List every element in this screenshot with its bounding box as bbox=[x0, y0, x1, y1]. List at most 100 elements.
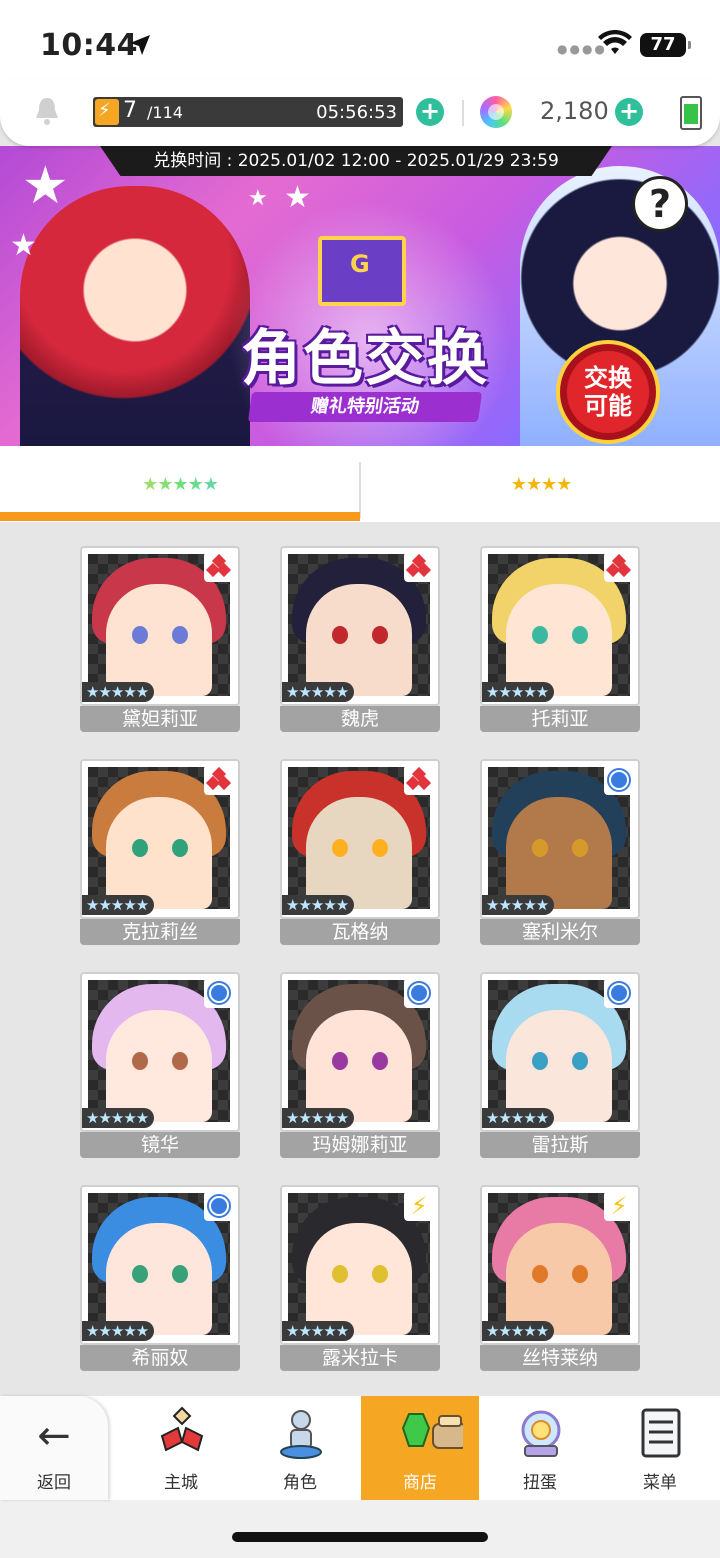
tab-5-star[interactable]: ★★★★★ bbox=[0, 446, 360, 522]
nav-shop[interactable]: 商店 bbox=[361, 1396, 479, 1500]
portrait-eye bbox=[532, 1052, 548, 1070]
portrait-face bbox=[106, 1223, 212, 1335]
portrait-eye bbox=[332, 839, 348, 857]
diamond-attribute-icon bbox=[604, 552, 634, 582]
character-name: 托莉亚 bbox=[480, 706, 640, 732]
portrait-eye bbox=[172, 626, 188, 644]
shop-icon bbox=[401, 1413, 463, 1449]
help-button[interactable]: ? bbox=[632, 176, 688, 232]
character-name: 镜华 bbox=[80, 1132, 240, 1158]
portrait-eye bbox=[332, 1052, 348, 1070]
star-rating: ★★★★★ bbox=[282, 1321, 355, 1341]
portrait-eye bbox=[172, 839, 188, 857]
character-name: 魏虎 bbox=[280, 706, 440, 732]
circle-attribute-icon bbox=[604, 978, 634, 1008]
star-icon: ★ bbox=[284, 180, 311, 215]
add-gems-button[interactable]: + bbox=[615, 98, 643, 126]
nav-menu[interactable]: 菜单 bbox=[601, 1396, 719, 1500]
portrait-face bbox=[106, 797, 212, 909]
portrait-eye bbox=[172, 1052, 188, 1070]
character-card[interactable]: ⚡ ★★★★★ 丝特莱纳 bbox=[480, 1185, 640, 1371]
energy-current: 7 bbox=[123, 98, 137, 123]
portrait-eye bbox=[372, 626, 388, 644]
banner-title: 角色交换 bbox=[241, 324, 489, 394]
character-card[interactable]: ★★★★★ 希丽奴 bbox=[80, 1185, 240, 1371]
tab-4-star[interactable]: ★★★★ bbox=[361, 446, 720, 522]
character-card[interactable]: ★★★★★ 克拉莉丝 bbox=[80, 759, 240, 945]
portrait-eye bbox=[532, 839, 548, 857]
diamond-attribute-icon bbox=[404, 552, 434, 582]
mail-icon bbox=[318, 236, 406, 306]
nav-gacha[interactable]: 扭蛋 bbox=[481, 1396, 599, 1500]
character-name: 雷拉斯 bbox=[480, 1132, 640, 1158]
location-arrow-icon bbox=[130, 35, 150, 55]
portrait-face bbox=[306, 797, 412, 909]
menu-icon bbox=[641, 1408, 681, 1458]
gacha-icon bbox=[521, 1410, 561, 1457]
character-card[interactable]: ★★★★★ 雷拉斯 bbox=[480, 972, 640, 1158]
castle-icon bbox=[160, 1406, 204, 1452]
star-rating: ★★★★★ bbox=[482, 682, 555, 702]
tab-divider bbox=[359, 462, 361, 518]
portrait-face bbox=[506, 584, 612, 696]
add-energy-button[interactable]: + bbox=[416, 98, 444, 126]
portrait-face bbox=[506, 797, 612, 909]
character-name: 瓦格纳 bbox=[280, 919, 440, 945]
bolt-attribute-icon: ⚡ bbox=[604, 1191, 634, 1221]
portrait-eye bbox=[332, 1265, 348, 1283]
badge-line: 可能 bbox=[584, 392, 632, 420]
portrait-eye bbox=[572, 839, 588, 857]
character-card[interactable]: ★★★★★ 托莉亚 bbox=[480, 546, 640, 732]
character-card[interactable]: ★★★★★ 塞利米尔 bbox=[480, 759, 640, 945]
portrait-eye bbox=[532, 1265, 548, 1283]
gem-count: 2,180 bbox=[540, 97, 609, 125]
circle-attribute-icon bbox=[204, 978, 234, 1008]
star-rating: ★★★★★ bbox=[282, 1108, 355, 1128]
star-rating: ★★★★★ bbox=[482, 1108, 555, 1128]
character-card[interactable]: ★★★★★ 镜华 bbox=[80, 972, 240, 1158]
character-card[interactable]: ★★★★★ 玛姆娜莉亚 bbox=[280, 972, 440, 1158]
character-card[interactable]: ⚡ ★★★★★ 露米拉卡 bbox=[280, 1185, 440, 1371]
exchange-available-badge: 交换 可能 bbox=[556, 340, 660, 444]
diamond-attribute-icon bbox=[204, 765, 234, 795]
portrait-eye bbox=[372, 1052, 388, 1070]
status-time: 10:44 bbox=[40, 28, 138, 63]
home-indicator[interactable] bbox=[232, 1532, 488, 1542]
nav-back[interactable]: ← 返回 bbox=[0, 1396, 108, 1500]
star-icon: ★ bbox=[248, 186, 268, 211]
portrait-eye bbox=[572, 626, 588, 644]
character-card[interactable]: ★★★★★ 黛妲莉亚 bbox=[80, 546, 240, 732]
nav-label: 角色 bbox=[283, 1473, 317, 1493]
character-name: 露米拉卡 bbox=[280, 1345, 440, 1371]
nav-label: 返回 bbox=[37, 1473, 71, 1493]
diamond-attribute-icon bbox=[204, 552, 234, 582]
star-rating: ★★★★★ bbox=[82, 1321, 155, 1341]
nav-character[interactable]: 角色 bbox=[241, 1396, 359, 1500]
tab-label: ★★★★★ bbox=[0, 474, 360, 495]
portrait-eye bbox=[132, 839, 148, 857]
character-name: 塞利米尔 bbox=[480, 919, 640, 945]
bell-icon[interactable] bbox=[33, 96, 61, 126]
star-rating: ★★★★★ bbox=[282, 682, 355, 702]
tab-label: ★★★★ bbox=[510, 474, 573, 495]
character-name: 丝特莱纳 bbox=[480, 1345, 640, 1371]
star-rating: ★★★★★ bbox=[82, 895, 155, 915]
bottom-nav: ← 返回 主城 角色 商店 扭蛋 菜单 bbox=[0, 1396, 720, 1500]
exchange-time: 兑换时间 : 2025.01/02 12:00 - 2025.01/29 23:… bbox=[100, 146, 612, 176]
circle-attribute-icon bbox=[604, 765, 634, 795]
nav-label: 主城 bbox=[164, 1473, 198, 1493]
star-rating: ★★★★★ bbox=[482, 1321, 555, 1341]
portrait-eye bbox=[132, 1265, 148, 1283]
character-name: 克拉莉丝 bbox=[80, 919, 240, 945]
portrait-face bbox=[306, 1010, 412, 1122]
star-icon: ★ bbox=[10, 228, 37, 263]
portrait-eye bbox=[372, 1265, 388, 1283]
character-card[interactable]: ★★★★★ 魏虎 bbox=[280, 546, 440, 732]
portrait-eye bbox=[132, 1052, 148, 1070]
character-card[interactable]: ★★★★★ 瓦格纳 bbox=[280, 759, 440, 945]
star-rating: ★★★★★ bbox=[82, 1108, 155, 1128]
nav-castle[interactable]: 主城 bbox=[122, 1396, 240, 1500]
star-rating: ★★★★★ bbox=[82, 682, 155, 702]
energy-icon bbox=[95, 99, 119, 125]
nav-label: 菜单 bbox=[643, 1473, 677, 1493]
